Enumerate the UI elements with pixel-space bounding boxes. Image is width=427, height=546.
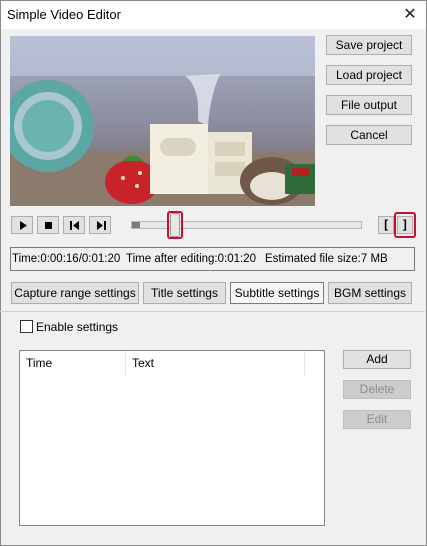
enable-settings-checkbox[interactable] xyxy=(20,320,33,333)
time-readout: Time:0:00:16/0:01:20 xyxy=(12,253,121,265)
tab-title-settings[interactable]: Title settings xyxy=(143,282,226,304)
estimated-file-size: Estimated file size:7 MB xyxy=(265,253,388,265)
step-forward-icon xyxy=(97,221,106,230)
tab-bgm-settings[interactable]: BGM settings xyxy=(328,282,412,304)
step-back-button[interactable] xyxy=(63,216,85,234)
set-range-end-button[interactable]: ] xyxy=(397,216,413,234)
cancel-button[interactable]: Cancel xyxy=(326,125,412,145)
stop-icon xyxy=(45,222,52,229)
step-back-icon xyxy=(70,221,79,230)
edit-button[interactable]: Edit xyxy=(343,410,411,429)
set-range-start-button[interactable]: [ xyxy=(378,216,394,234)
seek-thumb[interactable] xyxy=(169,213,180,237)
stop-button[interactable] xyxy=(37,216,59,234)
file-output-button[interactable]: File output xyxy=(326,95,412,115)
step-forward-button[interactable] xyxy=(89,216,111,234)
add-button[interactable]: Add xyxy=(343,350,411,369)
tab-subtitle-settings[interactable]: Subtitle settings xyxy=(230,282,324,304)
load-project-button[interactable]: Load project xyxy=(326,65,412,85)
play-button[interactable] xyxy=(11,216,33,234)
column-header-time[interactable]: Time xyxy=(20,351,125,375)
column-header-text[interactable]: Text xyxy=(126,351,304,375)
video-frame-image xyxy=(10,36,315,206)
save-project-button[interactable]: Save project xyxy=(326,35,412,55)
time-after-editing: Time after editing:0:01:20 xyxy=(126,253,256,265)
enable-settings-label[interactable]: Enable settings xyxy=(36,320,118,334)
tab-capture-range-settings[interactable]: Capture range settings xyxy=(11,282,139,304)
seek-track[interactable] xyxy=(131,221,362,229)
status-bar: Time:0:00:16/0:01:20 Time after editing:… xyxy=(10,247,415,271)
window-title: Simple Video Editor xyxy=(7,7,121,22)
range-start-marker xyxy=(132,222,140,228)
subtitle-list[interactable]: Time Text xyxy=(19,350,325,526)
title-bar: Simple Video Editor ✕ xyxy=(1,1,426,29)
column-divider[interactable] xyxy=(304,351,305,375)
delete-button[interactable]: Delete xyxy=(343,380,411,399)
close-button[interactable]: ✕ xyxy=(394,1,426,29)
video-preview xyxy=(10,36,315,206)
play-icon xyxy=(20,221,27,230)
